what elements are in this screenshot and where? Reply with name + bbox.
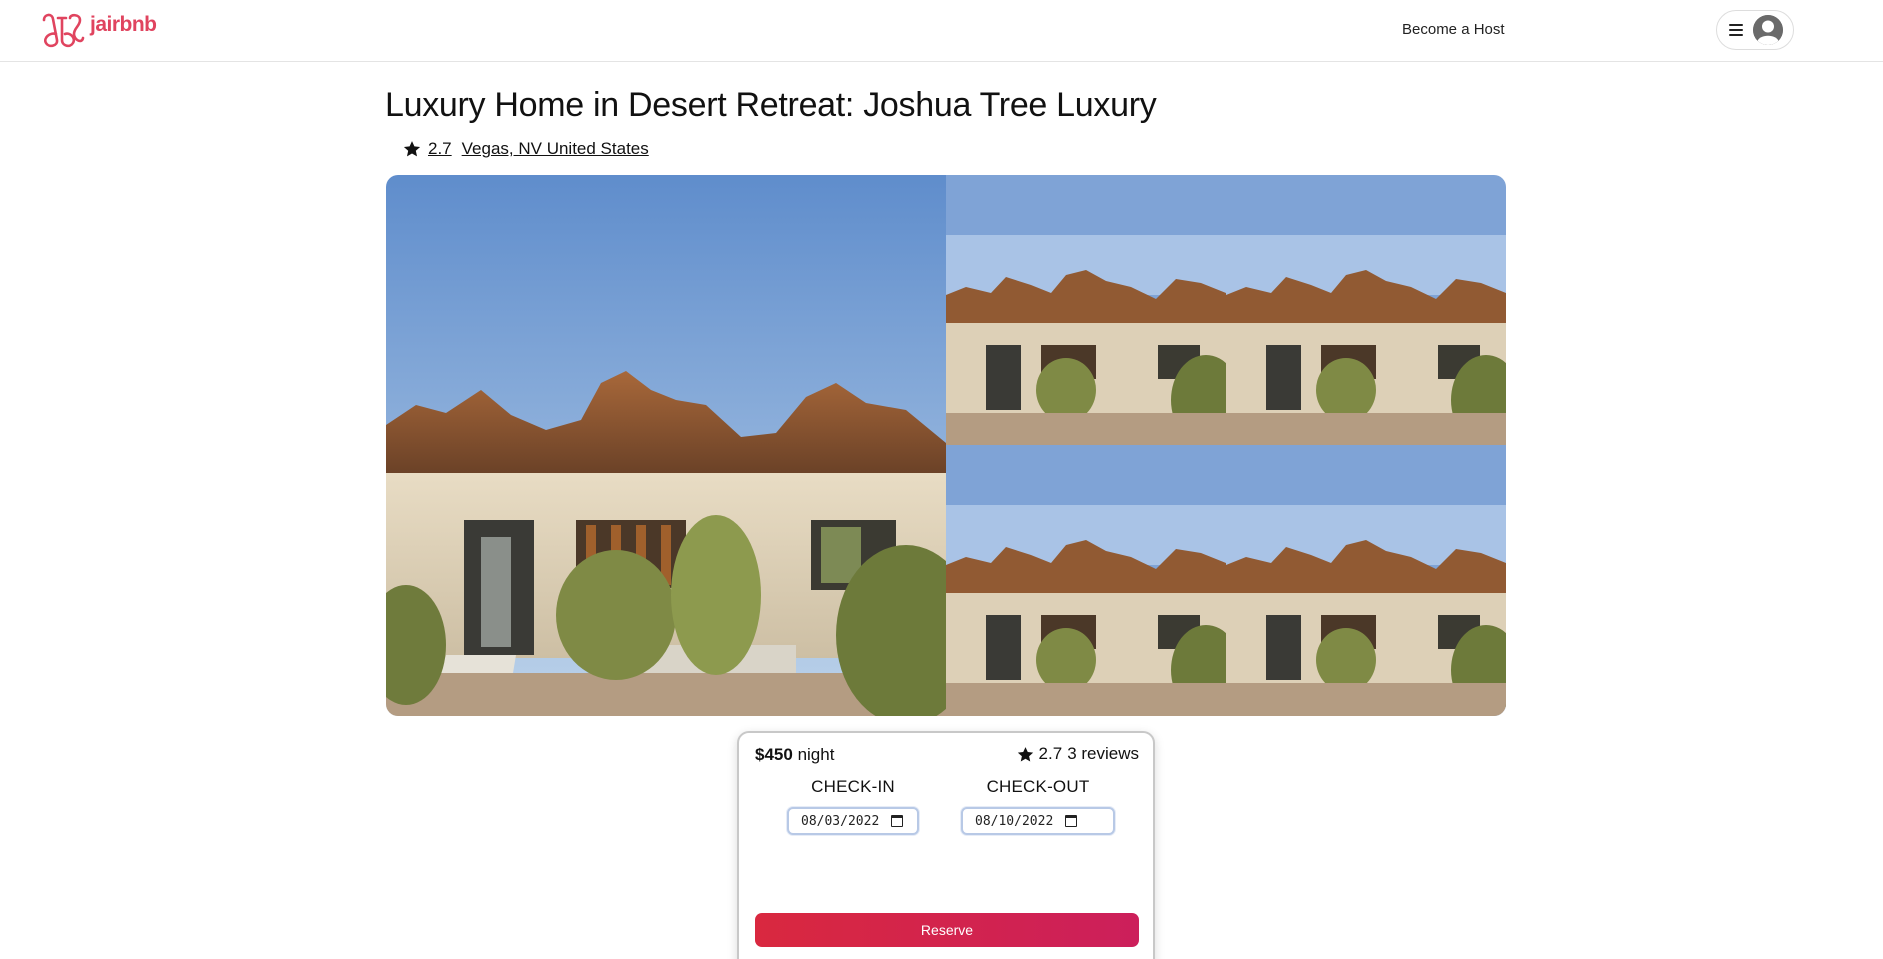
price-amount: $450 <box>755 745 793 764</box>
listing-photo-4[interactable] <box>946 445 1226 716</box>
listing-location-link[interactable]: Vegas, NV United States <box>462 139 649 159</box>
star-icon <box>403 141 421 157</box>
star-icon <box>1017 746 1033 762</box>
price-unit: night <box>797 745 835 764</box>
secondary-photo-grid <box>946 175 1506 716</box>
checkin-date-value: 08/03/2022 <box>801 813 880 829</box>
calendar-icon[interactable] <box>1065 815 1078 827</box>
hamburger-icon <box>1729 24 1743 36</box>
become-host-link[interactable]: Become a Host <box>1402 21 1505 38</box>
card-rating-value: 2.7 <box>1038 744 1063 763</box>
checkin-group: CHECK-IN 08/03/2022 <box>787 777 919 835</box>
review-count: 3 reviews <box>1067 744 1139 763</box>
card-rating: 2.7 3 reviews <box>1017 744 1139 764</box>
listing-rating: 2.7 <box>428 139 452 158</box>
checkout-date-value: 08/10/2022 <box>975 813 1054 829</box>
listing-photo-2[interactable] <box>946 175 1226 445</box>
calendar-icon[interactable] <box>891 815 904 827</box>
checkout-label: CHECK-OUT <box>986 777 1090 796</box>
checkin-label: CHECK-IN <box>811 777 895 796</box>
checkin-date-input[interactable]: 08/03/2022 <box>787 807 919 835</box>
reserve-button[interactable]: Reserve <box>755 913 1139 947</box>
top-navbar: jairbnb Become a Host <box>0 0 1883 62</box>
listing-photo-5[interactable] <box>1226 445 1506 716</box>
home-logo-link[interactable]: jairbnb <box>40 10 157 50</box>
listing-photo-3[interactable] <box>1226 175 1506 445</box>
listing-title: Luxury Home in Desert Retreat: Joshua Tr… <box>385 86 1157 124</box>
user-menu-button[interactable] <box>1716 10 1794 50</box>
nightly-price: $450 night <box>755 745 834 765</box>
checkout-group: CHECK-OUT 08/10/2022 <box>961 777 1115 835</box>
listing-meta: 2.7 Vegas, NV United States <box>403 139 649 159</box>
photo-gallery <box>386 175 1506 716</box>
booking-card: $450 night 2.7 3 reviews CHECK-IN 08/03/… <box>737 731 1155 959</box>
main-listing-photo[interactable] <box>386 175 946 716</box>
jairbnb-logo-icon <box>42 13 85 48</box>
brand-name: jairbnb <box>90 13 157 36</box>
checkout-date-input[interactable]: 08/10/2022 <box>961 807 1115 835</box>
user-avatar-icon <box>1753 15 1783 45</box>
